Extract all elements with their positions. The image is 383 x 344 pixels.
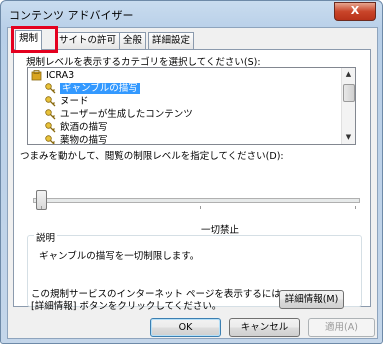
tree-item-gambling[interactable]: ギャンブルの描写 [45, 82, 140, 95]
tab-panel-ratings: 規制レベルを表示するカテゴリを選択してください(S): ICRA3 ギャンブルの… [13, 49, 371, 312]
ok-button[interactable]: OK [150, 318, 221, 337]
key-icon [45, 122, 56, 133]
tree-item-label: ICRA3 [46, 70, 75, 81]
title-bar[interactable]: コンテンツ アドバイザー X [1, 1, 382, 27]
tab-general[interactable]: 全般 [119, 32, 147, 49]
key-icon [45, 96, 56, 107]
slider-tick [41, 206, 42, 209]
tree-item-user-generated[interactable]: ユーザーが生成したコンテンツ [45, 108, 193, 121]
more-info-text-line2: [詳細情報] ボタンをクリックしてください。 [31, 301, 222, 312]
scroll-up-arrow-icon[interactable]: ▲ [342, 68, 355, 81]
key-icon [45, 83, 56, 94]
tab-advanced-label: 詳細設定 [152, 35, 191, 46]
tab-approved-sites[interactable]: サイトの許可 [55, 32, 121, 49]
tab-general-label: 全般 [123, 35, 143, 46]
cancel-button-label: キャンセル [240, 322, 289, 333]
tree-item-label: 飲酒の描写 [60, 122, 108, 133]
description-text: ギャンブルの描写を一切制限します。 [39, 251, 200, 262]
cancel-button[interactable]: キャンセル [229, 318, 300, 337]
tree-item-icra3[interactable]: ICRA3 [31, 69, 74, 82]
rating-system-icon [31, 70, 42, 81]
slider-tick [355, 206, 356, 209]
window-title: コンテンツ アドバイザー [9, 9, 134, 22]
more-info-button[interactable]: 詳細情報(M) [279, 290, 344, 309]
tree-item-label: ヌード [60, 96, 89, 107]
scroll-thumb[interactable] [343, 84, 355, 102]
highlight-annotation [11, 26, 58, 53]
tree-scrollbar[interactable]: ▲ ▼ [341, 68, 355, 144]
scroll-down-arrow-icon[interactable]: ▼ [342, 131, 355, 144]
apply-button-label: 適用(A) [325, 322, 358, 333]
description-group-label: 説明 [34, 230, 58, 244]
key-icon [45, 135, 55, 144]
tab-advanced[interactable]: 詳細設定 [148, 32, 195, 49]
ok-button-label: OK [178, 322, 193, 333]
category-tree[interactable]: ICRA3 ギャンブルの描写 ヌード ユーザーが生成したコンテンツ 飲酒の描写 … [27, 67, 356, 145]
close-button[interactable]: X [334, 2, 376, 21]
tree-item-drugs[interactable]: 薬物の描写 [45, 134, 108, 145]
slider-tick [200, 206, 201, 209]
rating-level-slider-track[interactable] [33, 198, 360, 203]
dialog-client-area: 規制 サイトの許可 全般 詳細設定 規制レベルを表示するカテゴリを選択してくださ… [7, 26, 378, 339]
tree-item-label: ギャンブルの描写 [60, 83, 140, 94]
slider-level-label: 一切禁止 [201, 225, 240, 236]
content-advisor-window: コンテンツ アドバイザー X 規制 サイトの許可 全般 詳細設定 規制レベルを表… [0, 0, 383, 344]
tree-item-nudity[interactable]: ヌード [45, 95, 89, 108]
tree-item-alcohol[interactable]: 飲酒の描写 [45, 121, 108, 134]
tree-item-label: ユーザーが生成したコンテンツ [60, 109, 193, 120]
slider-instruction: つまみを動かして、閲覧の制限レベルを指定してください(D): [20, 151, 284, 162]
category-instruction: 規制レベルを表示するカテゴリを選択してください(S): [26, 57, 261, 68]
tab-approved-sites-label: サイトの許可 [59, 35, 117, 46]
close-icon: X [350, 4, 360, 17]
more-info-button-label: 詳細情報(M) [284, 294, 339, 305]
apply-button[interactable]: 適用(A) [308, 318, 375, 337]
tree-item-label: 薬物の描写 [60, 135, 108, 145]
key-icon [45, 109, 56, 120]
